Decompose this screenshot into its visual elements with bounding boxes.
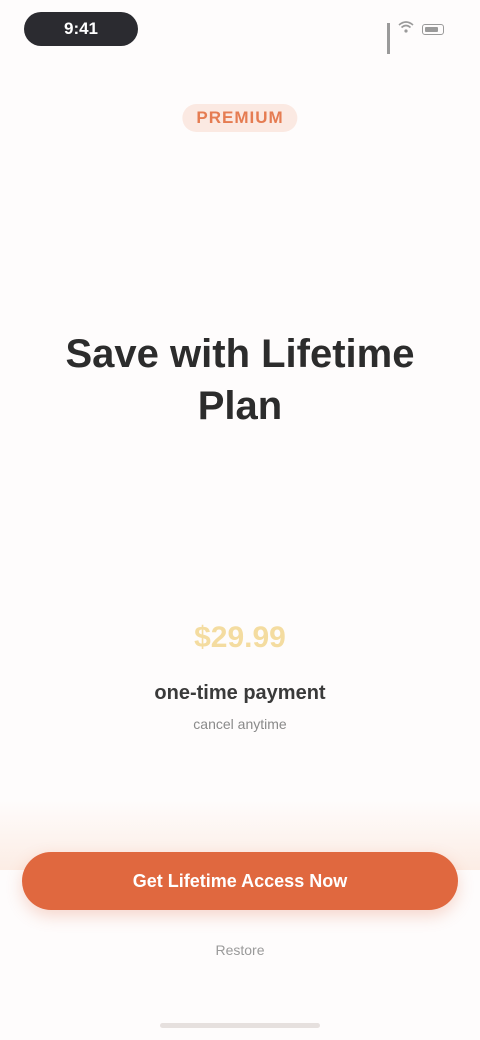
wifi-icon	[398, 20, 414, 38]
restore-link[interactable]: Restore	[215, 940, 264, 960]
price-period: one-time payment	[154, 682, 326, 704]
status-bar: 9:41	[0, 10, 480, 54]
paywall-screen: 9:41 PREMIUM Save with Lifetime Plan $29…	[0, 0, 480, 1040]
price-amount: $29.99	[194, 621, 286, 654]
signal-icon	[387, 23, 390, 54]
battery-icon	[422, 23, 444, 35]
status-icons	[387, 20, 444, 54]
hero-title: Save with Lifetime Plan	[65, 332, 415, 428]
home-indicator	[160, 1023, 320, 1028]
status-time: 9:41	[24, 12, 138, 46]
brand-tag: PREMIUM	[182, 104, 298, 132]
price-note: cancel anytime	[193, 716, 287, 732]
get-access-button[interactable]: Get Lifetime Access Now	[22, 852, 458, 910]
price-block: $29.99 one-time payment cancel anytime	[90, 618, 390, 734]
